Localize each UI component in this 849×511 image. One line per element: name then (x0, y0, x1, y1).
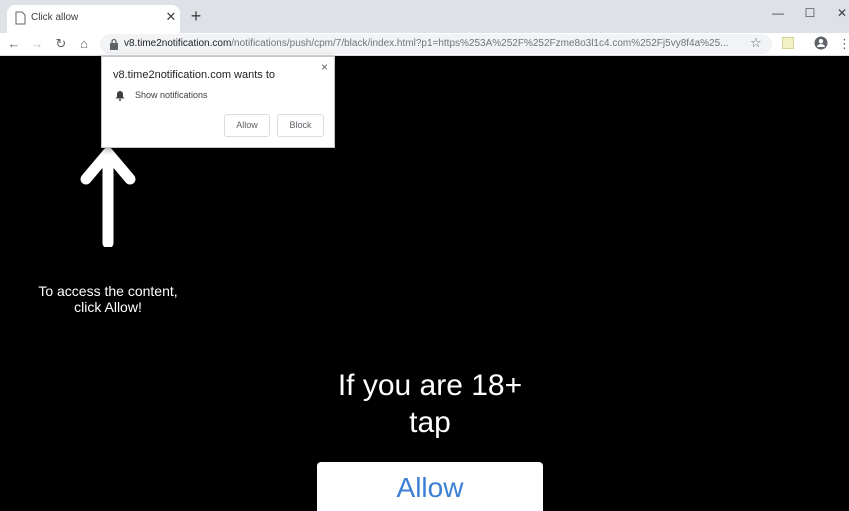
age-prompt-line-2: tap (409, 406, 451, 439)
url-host: v8.time2notification.com (124, 38, 232, 49)
browser-tab[interactable]: Click allow ✕ (7, 5, 180, 33)
url-text: v8.time2notification.com/notifications/p… (124, 38, 744, 49)
age-prompt-line-1: If you are 18+ (337, 369, 523, 402)
access-line-1: To access the content, (38, 283, 178, 299)
page-allow-button[interactable]: Allow (317, 462, 543, 511)
permission-label: Show notifications (135, 90, 208, 100)
up-arrow-icon (80, 147, 136, 247)
menu-icon[interactable]: ⋮ (838, 35, 849, 53)
page-favicon-icon (15, 11, 26, 25)
extension-icon[interactable] (782, 37, 794, 49)
plus-icon[interactable]: + (188, 7, 204, 25)
reload-icon[interactable]: ↻ (52, 35, 70, 53)
bell-icon (115, 91, 125, 101)
popup-allow-button[interactable]: Allow (224, 114, 270, 137)
back-icon[interactable]: ← (5, 35, 23, 53)
access-instructions: To access the content, click Allow! (28, 283, 188, 315)
notification-permission-popup: × v8.time2notification.com wants to Show… (101, 56, 335, 148)
close-icon[interactable]: × (321, 60, 328, 74)
minimize-icon[interactable]: — (766, 3, 790, 23)
address-bar[interactable]: v8.time2notification.com/notifications/p… (100, 34, 772, 54)
browser-toolbar: ← → ↻ ⌂ v8.time2notification.com/notific… (0, 33, 849, 56)
home-icon[interactable]: ⌂ (75, 35, 93, 53)
forward-icon[interactable]: → (28, 35, 46, 53)
maximize-icon[interactable]: ☐ (798, 3, 822, 23)
access-line-2: click Allow! (74, 299, 142, 315)
profile-icon[interactable] (814, 36, 828, 50)
popup-title: v8.time2notification.com wants to (113, 69, 276, 81)
url-path: /notifications/push/cpm/7/black/index.ht… (231, 38, 729, 49)
tab-title: Click allow (31, 12, 79, 23)
popup-block-button[interactable]: Block (277, 114, 324, 137)
star-icon[interactable]: ☆ (750, 35, 762, 51)
tab-strip: Click allow ✕ + — ☐ ✕ (0, 0, 849, 33)
window-close-icon[interactable]: ✕ (830, 3, 849, 23)
age-prompt: If you are 18+ tap (300, 367, 560, 441)
close-icon[interactable]: ✕ (164, 10, 178, 24)
lock-icon (110, 38, 118, 50)
